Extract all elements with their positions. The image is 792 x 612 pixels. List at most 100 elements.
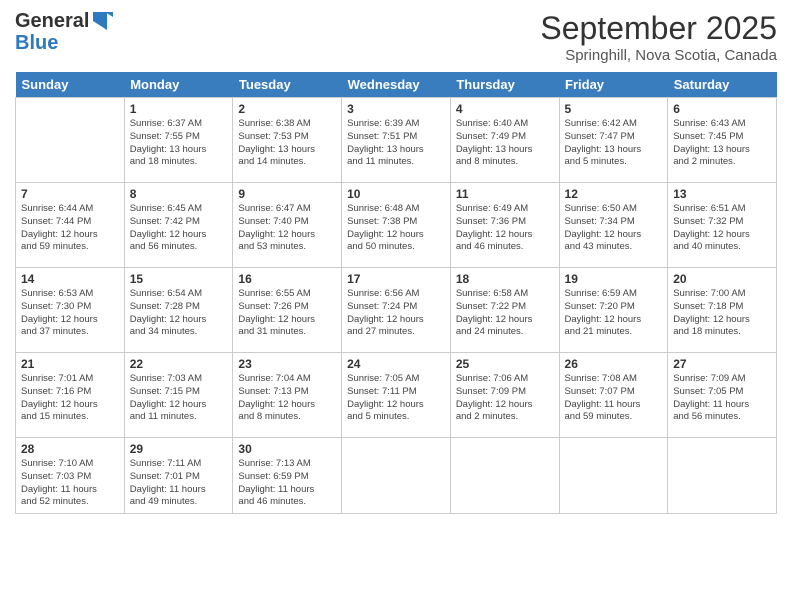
day-number: 18 [456,272,554,286]
day-info: Sunrise: 7:09 AMSunset: 7:05 PMDaylight:… [673,373,771,424]
calendar-cell: 27 Sunrise: 7:09 AMSunset: 7:05 PMDayligh… [668,353,777,438]
day-number: 5 [565,102,663,116]
calendar-cell [559,438,668,514]
day-number: 27 [673,357,771,371]
header-sunday: Sunday [16,72,125,98]
day-info: Sunrise: 7:06 AMSunset: 7:09 PMDaylight:… [456,373,554,424]
day-number: 25 [456,357,554,371]
calendar-cell: 6 Sunrise: 6:43 AMSunset: 7:45 PMDaylight… [668,98,777,183]
header-saturday: Saturday [668,72,777,98]
day-number: 16 [238,272,336,286]
day-info: Sunrise: 6:40 AMSunset: 7:49 PMDaylight:… [456,118,554,169]
calendar-cell: 20Sunrise: 7:00 AMSunset: 7:18 PMDayligh… [668,268,777,353]
day-number: 4 [456,102,554,116]
day-number: 7 [21,187,119,201]
month-title: September 2025 [540,10,777,47]
calendar-cell: 1 Sunrise: 6:37 AMSunset: 7:55 PMDaylight… [124,98,233,183]
calendar-cell: 13 Sunrise: 6:51 AMSunset: 7:32 PMDayligh… [668,183,777,268]
week-row-3: 14Sunrise: 6:53 AMSunset: 7:30 PMDayligh… [16,268,777,353]
calendar-cell: 14Sunrise: 6:53 AMSunset: 7:30 PMDayligh… [16,268,125,353]
calendar-cell: 12 Sunrise: 6:50 AMSunset: 7:34 PMDayligh… [559,183,668,268]
day-number: 19 [565,272,663,286]
calendar-cell: 4 Sunrise: 6:40 AMSunset: 7:49 PMDaylight… [450,98,559,183]
calendar-table: Sunday Monday Tuesday Wednesday Thursday… [15,72,777,514]
day-info: Sunrise: 7:11 AMSunset: 7:01 PMDaylight:… [130,458,228,509]
header-thursday: Thursday [450,72,559,98]
day-number: 9 [238,187,336,201]
header-wednesday: Wednesday [342,72,451,98]
calendar-cell: 3 Sunrise: 6:39 AMSunset: 7:51 PMDaylight… [342,98,451,183]
day-info: Sunrise: 6:45 AMSunset: 7:42 PMDaylight:… [130,203,228,254]
day-info: Sunrise: 6:48 AMSunset: 7:38 PMDaylight:… [347,203,445,254]
calendar-cell [450,438,559,514]
day-number: 26 [565,357,663,371]
day-info: Sunrise: 6:56 AMSunset: 7:24 PMDaylight:… [347,288,445,339]
header-friday: Friday [559,72,668,98]
day-info: Sunrise: 7:05 AMSunset: 7:11 PMDaylight:… [347,373,445,424]
calendar-cell: 16 Sunrise: 6:55 AMSunset: 7:26 PMDayligh… [233,268,342,353]
day-info: Sunrise: 6:43 AMSunset: 7:45 PMDaylight:… [673,118,771,169]
calendar-cell: 19 Sunrise: 6:59 AMSunset: 7:20 PMDayligh… [559,268,668,353]
day-number: 8 [130,187,228,201]
calendar-cell [342,438,451,514]
day-number: 21 [21,357,119,371]
day-number: 2 [238,102,336,116]
day-number: 10 [347,187,445,201]
calendar-cell: 28Sunrise: 7:10 AMSunset: 7:03 PMDayligh… [16,438,125,514]
day-info: Sunrise: 6:39 AMSunset: 7:51 PMDaylight:… [347,118,445,169]
calendar-cell: 26Sunrise: 7:08 AMSunset: 7:07 PMDayligh… [559,353,668,438]
calendar-cell: 21Sunrise: 7:01 AMSunset: 7:16 PMDayligh… [16,353,125,438]
day-number: 3 [347,102,445,116]
day-number: 15 [130,272,228,286]
week-row-5: 28Sunrise: 7:10 AMSunset: 7:03 PMDayligh… [16,438,777,514]
day-info: Sunrise: 6:50 AMSunset: 7:34 PMDaylight:… [565,203,663,254]
day-info: Sunrise: 6:37 AMSunset: 7:55 PMDaylight:… [130,118,228,169]
location: Springhill, Nova Scotia, Canada [540,47,777,64]
calendar-cell: 2 Sunrise: 6:38 AMSunset: 7:53 PMDaylight… [233,98,342,183]
day-info: Sunrise: 6:51 AMSunset: 7:32 PMDaylight:… [673,203,771,254]
day-info: Sunrise: 6:58 AMSunset: 7:22 PMDaylight:… [456,288,554,339]
day-info: Sunrise: 6:49 AMSunset: 7:36 PMDaylight:… [456,203,554,254]
day-headers-row: Sunday Monday Tuesday Wednesday Thursday… [16,72,777,98]
day-number: 22 [130,357,228,371]
calendar-cell: 11 Sunrise: 6:49 AMSunset: 7:36 PMDayligh… [450,183,559,268]
day-info: Sunrise: 7:10 AMSunset: 7:03 PMDaylight:… [21,458,119,509]
day-number: 12 [565,187,663,201]
calendar-cell: 8 Sunrise: 6:45 AMSunset: 7:42 PMDaylight… [124,183,233,268]
day-info: Sunrise: 7:00 AMSunset: 7:18 PMDaylight:… [673,288,771,339]
calendar-cell: 30 Sunrise: 7:13 AMSunset: 6:59 PMDayligh… [233,438,342,514]
page: General Blue September 2025 Springhill, … [0,0,792,612]
day-number: 14 [21,272,119,286]
day-number: 11 [456,187,554,201]
header-monday: Monday [124,72,233,98]
day-number: 23 [238,357,336,371]
day-info: Sunrise: 7:03 AMSunset: 7:15 PMDaylight:… [130,373,228,424]
day-info: Sunrise: 7:04 AMSunset: 7:13 PMDaylight:… [238,373,336,424]
day-info: Sunrise: 6:44 AMSunset: 7:44 PMDaylight:… [21,203,119,254]
calendar-cell: 24 Sunrise: 7:05 AMSunset: 7:11 PMDayligh… [342,353,451,438]
day-info: Sunrise: 6:42 AMSunset: 7:47 PMDaylight:… [565,118,663,169]
calendar-cell: 17 Sunrise: 6:56 AMSunset: 7:24 PMDayligh… [342,268,451,353]
day-number: 13 [673,187,771,201]
calendar-cell: 22 Sunrise: 7:03 AMSunset: 7:15 PMDayligh… [124,353,233,438]
calendar-cell [16,98,125,183]
calendar-cell [668,438,777,514]
week-row-2: 7 Sunrise: 6:44 AMSunset: 7:44 PMDaylight… [16,183,777,268]
calendar-cell: 29Sunrise: 7:11 AMSunset: 7:01 PMDayligh… [124,438,233,514]
title-section: September 2025 Springhill, Nova Scotia, … [540,10,777,64]
day-number: 30 [238,442,336,456]
logo: General Blue [15,10,113,54]
header-tuesday: Tuesday [233,72,342,98]
day-number: 1 [130,102,228,116]
day-info: Sunrise: 6:55 AMSunset: 7:26 PMDaylight:… [238,288,336,339]
day-number: 24 [347,357,445,371]
day-number: 6 [673,102,771,116]
week-row-1: 1 Sunrise: 6:37 AMSunset: 7:55 PMDaylight… [16,98,777,183]
header: General Blue September 2025 Springhill, … [15,10,777,64]
day-number: 17 [347,272,445,286]
calendar-cell: 7 Sunrise: 6:44 AMSunset: 7:44 PMDaylight… [16,183,125,268]
calendar-cell: 18 Sunrise: 6:58 AMSunset: 7:22 PMDayligh… [450,268,559,353]
day-info: Sunrise: 6:38 AMSunset: 7:53 PMDaylight:… [238,118,336,169]
day-info: Sunrise: 6:59 AMSunset: 7:20 PMDaylight:… [565,288,663,339]
day-info: Sunrise: 7:13 AMSunset: 6:59 PMDaylight:… [238,458,336,509]
